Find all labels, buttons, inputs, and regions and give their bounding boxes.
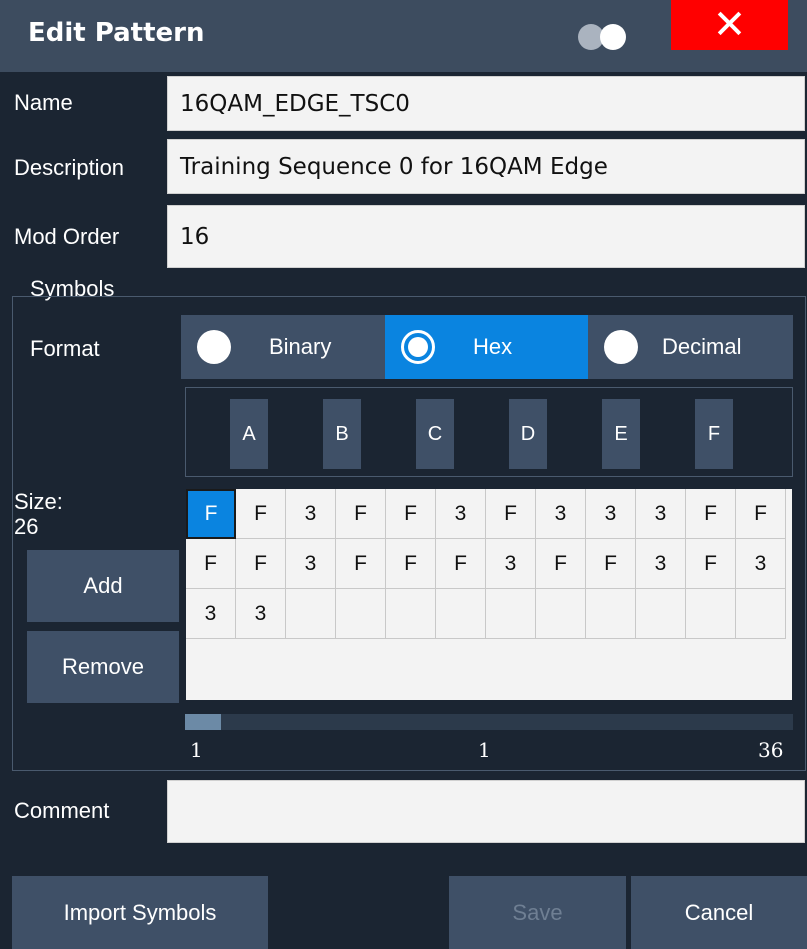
symbol-cell[interactable]: F — [586, 539, 636, 589]
mod-order-label: Mod Order — [14, 224, 120, 249]
format-decimal-option[interactable]: Decimal — [588, 315, 793, 379]
symbol-cell[interactable]: F — [236, 539, 286, 589]
key-e-button[interactable]: E — [602, 399, 640, 469]
symbol-cell[interactable]: F — [686, 539, 736, 589]
symbol-cell[interactable]: F — [386, 489, 436, 539]
symbol-cell[interactable] — [386, 589, 436, 639]
scrollbar-thumb[interactable] — [185, 714, 221, 730]
symbol-cell[interactable]: 3 — [636, 489, 686, 539]
radio-binary-icon — [197, 330, 231, 364]
symbol-cell[interactable] — [686, 589, 736, 639]
symbol-cell[interactable]: 3 — [736, 539, 786, 589]
size-label: Size: — [14, 489, 63, 514]
symbol-cell[interactable] — [736, 589, 786, 639]
cancel-button[interactable]: Cancel — [631, 876, 807, 949]
symbol-cell[interactable]: F — [736, 489, 786, 539]
symbol-cell[interactable] — [336, 589, 386, 639]
symbol-cell[interactable] — [536, 589, 586, 639]
close-button[interactable]: ✕ — [671, 0, 788, 50]
symbol-cell[interactable]: F — [486, 489, 536, 539]
add-button[interactable]: Add — [27, 550, 179, 622]
symbol-cell[interactable]: 3 — [286, 539, 336, 589]
radio-hex-icon — [401, 330, 435, 364]
symbol-cell[interactable]: F — [236, 489, 286, 539]
description-field[interactable]: Training Sequence 0 for 16QAM Edge — [167, 139, 805, 194]
symbol-cell[interactable]: F — [686, 489, 736, 539]
key-c-button[interactable]: C — [416, 399, 454, 469]
symbol-cell[interactable] — [586, 589, 636, 639]
size-value: 26 — [14, 514, 39, 539]
scroll-current-label: 1 — [478, 738, 491, 762]
format-binary-option[interactable]: Binary — [181, 315, 385, 379]
symbol-cell[interactable] — [636, 589, 686, 639]
comment-field[interactable] — [167, 780, 805, 843]
symbol-cell[interactable]: F — [386, 539, 436, 589]
radio-decimal-icon — [604, 330, 638, 364]
import-symbols-button[interactable]: Import Symbols — [12, 876, 268, 949]
scroll-min-label: 1 — [190, 738, 203, 762]
scroll-max-label: 36 — [758, 738, 784, 762]
symbol-cell[interactable]: 3 — [586, 489, 636, 539]
format-binary-label: Binary — [269, 334, 332, 359]
key-f-button[interactable]: F — [695, 399, 733, 469]
symbol-cell[interactable]: 3 — [636, 539, 686, 589]
symbol-cell[interactable]: F — [186, 539, 236, 589]
comment-label: Comment — [14, 798, 110, 823]
name-value: 16QAM_EDGE_TSC0 — [180, 90, 410, 117]
mod-order-field[interactable]: 16 — [167, 205, 805, 268]
symbol-cell[interactable]: 3 — [186, 589, 236, 639]
symbol-cell[interactable]: 3 — [486, 539, 536, 589]
remove-button[interactable]: Remove — [27, 631, 179, 703]
toggle-icon[interactable] — [577, 23, 627, 51]
format-hex-option[interactable]: Hex — [385, 315, 588, 379]
symbol-cell[interactable]: 3 — [536, 489, 586, 539]
dialog-title: Edit Pattern — [28, 18, 205, 48]
symbol-cell[interactable]: 3 — [436, 489, 486, 539]
symbol-cell[interactable] — [486, 589, 536, 639]
symbol-scrollbar[interactable] — [185, 714, 793, 730]
symbol-cell[interactable]: F — [436, 539, 486, 589]
symbol-cell[interactable] — [286, 589, 336, 639]
symbol-cell[interactable]: F — [336, 489, 386, 539]
name-field[interactable]: 16QAM_EDGE_TSC0 — [167, 76, 805, 131]
key-b-button[interactable]: B — [323, 399, 361, 469]
symbol-cell[interactable]: 3 — [236, 589, 286, 639]
description-label: Description — [14, 155, 125, 180]
close-icon: ✕ — [712, 2, 747, 48]
symbol-cell[interactable]: F — [186, 489, 236, 539]
key-a-button[interactable]: A — [230, 399, 268, 469]
symbol-cell[interactable]: 3 — [286, 489, 336, 539]
key-d-button[interactable]: D — [509, 399, 547, 469]
name-label: Name — [14, 90, 73, 115]
mod-order-value: 16 — [180, 223, 210, 250]
format-decimal-label: Decimal — [662, 334, 742, 359]
description-value: Training Sequence 0 for 16QAM Edge — [180, 153, 608, 180]
symbol-cell[interactable]: F — [336, 539, 386, 589]
save-button[interactable]: Save — [449, 876, 626, 949]
format-label: Format — [30, 336, 100, 361]
symbol-cell[interactable] — [436, 589, 486, 639]
symbol-cell[interactable]: F — [536, 539, 586, 589]
format-hex-label: Hex — [473, 334, 513, 359]
symbol-grid: FF3FF3F333FFFF3FFF3FF3F333 — [186, 489, 792, 700]
